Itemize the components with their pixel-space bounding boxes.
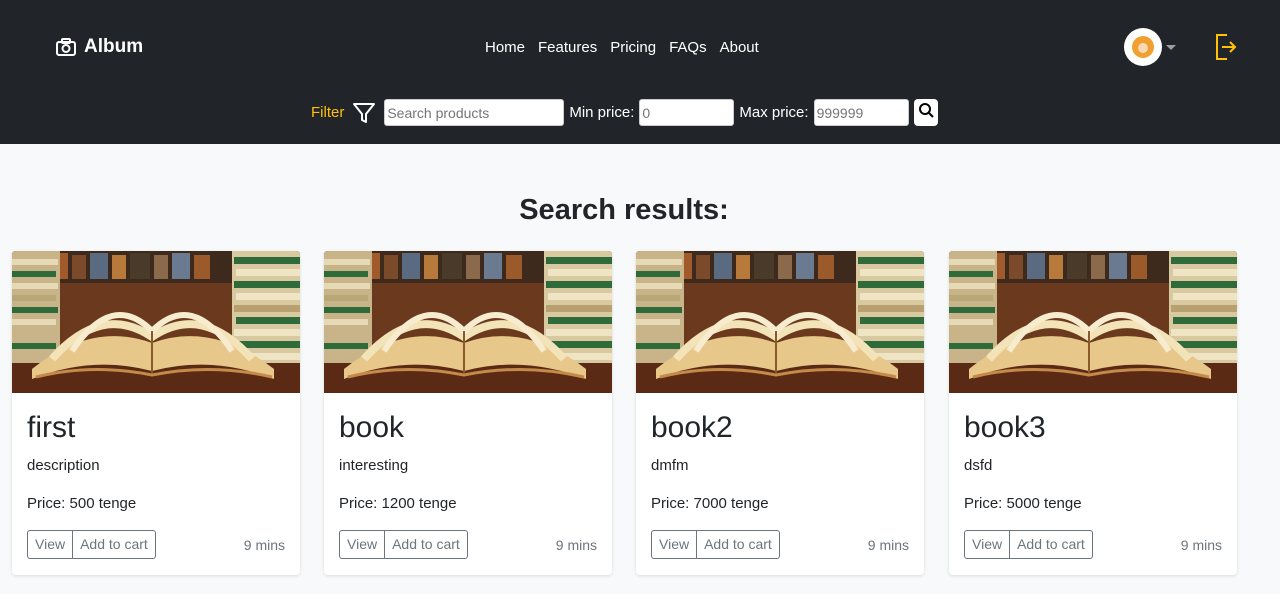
search-button[interactable] <box>913 99 938 126</box>
product-price: Price: 1200 tenge <box>339 495 457 512</box>
card-actions: View Add to cart <box>27 530 156 559</box>
nav-pricing[interactable]: Pricing <box>610 39 656 56</box>
nav-faqs[interactable]: FAQs <box>669 39 707 56</box>
product-card: book3 dsfd Price: 5000 tenge View Add to… <box>949 251 1237 575</box>
product-title: book <box>339 411 405 444</box>
product-title: book2 <box>651 411 733 444</box>
navbar: Album Home Features Pricing FAQs About F… <box>0 0 1280 144</box>
product-description: interesting <box>339 457 409 474</box>
product-image <box>949 251 1237 393</box>
results-heading: Search results: <box>519 194 729 226</box>
avatar[interactable] <box>1124 28 1162 66</box>
camera-icon <box>56 38 76 56</box>
nav-home[interactable]: Home <box>485 39 525 56</box>
add-to-cart-button[interactable]: Add to cart <box>73 530 156 559</box>
min-price-label: Min price: <box>569 104 635 121</box>
timestamp: 9 mins <box>867 537 909 553</box>
product-description: dsfd <box>964 457 993 474</box>
card-actions: View Add to cart <box>964 530 1093 559</box>
add-to-cart-button[interactable]: Add to cart <box>385 530 468 559</box>
timestamp: 9 mins <box>555 537 597 553</box>
max-price-label: Max price: <box>739 104 809 121</box>
product-image <box>12 251 300 393</box>
funnel-icon[interactable] <box>352 101 376 125</box>
max-price-input[interactable] <box>813 99 909 126</box>
timestamp: 9 mins <box>243 537 285 553</box>
add-to-cart-button[interactable]: Add to cart <box>697 530 780 559</box>
product-image <box>324 251 612 393</box>
product-card: book2 dmfm Price: 7000 tenge View Add to… <box>636 251 924 575</box>
card-actions: View Add to cart <box>339 530 468 559</box>
main-nav: Home Features Pricing FAQs About <box>485 39 772 56</box>
product-price: Price: 7000 tenge <box>651 495 769 512</box>
search-icon <box>918 102 934 123</box>
view-button[interactable]: View <box>651 530 698 559</box>
product-card: book interesting Price: 1200 tenge View … <box>324 251 612 575</box>
timestamp: 9 mins <box>1180 537 1222 553</box>
filter-label: Filter <box>311 104 345 121</box>
product-title: first <box>27 411 76 444</box>
chevron-down-icon[interactable] <box>1166 44 1176 50</box>
view-button[interactable]: View <box>964 530 1011 559</box>
avatar-image <box>1132 36 1154 58</box>
search-input[interactable] <box>384 99 565 126</box>
product-price: Price: 500 tenge <box>27 495 137 512</box>
account-menu[interactable] <box>1124 28 1176 66</box>
view-button[interactable]: View <box>339 530 386 559</box>
brand-name: Album <box>84 36 144 57</box>
nav-about[interactable]: About <box>720 39 759 56</box>
product-description: dmfm <box>651 457 689 474</box>
min-price-input[interactable] <box>639 99 735 126</box>
add-to-cart-button[interactable]: Add to cart <box>1010 530 1093 559</box>
product-image <box>636 251 924 393</box>
product-description: description <box>27 457 100 474</box>
nav-features[interactable]: Features <box>538 39 597 56</box>
brand-link[interactable]: Album <box>56 36 143 58</box>
card-actions: View Add to cart <box>651 530 780 559</box>
product-price: Price: 5000 tenge <box>964 495 1082 512</box>
product-card: first description Price: 500 tenge View … <box>12 251 300 575</box>
product-title: book3 <box>964 411 1046 444</box>
filter-bar: Filter Min price: Max price: <box>311 99 938 126</box>
view-button[interactable]: View <box>27 530 74 559</box>
logout-icon[interactable] <box>1214 33 1238 66</box>
